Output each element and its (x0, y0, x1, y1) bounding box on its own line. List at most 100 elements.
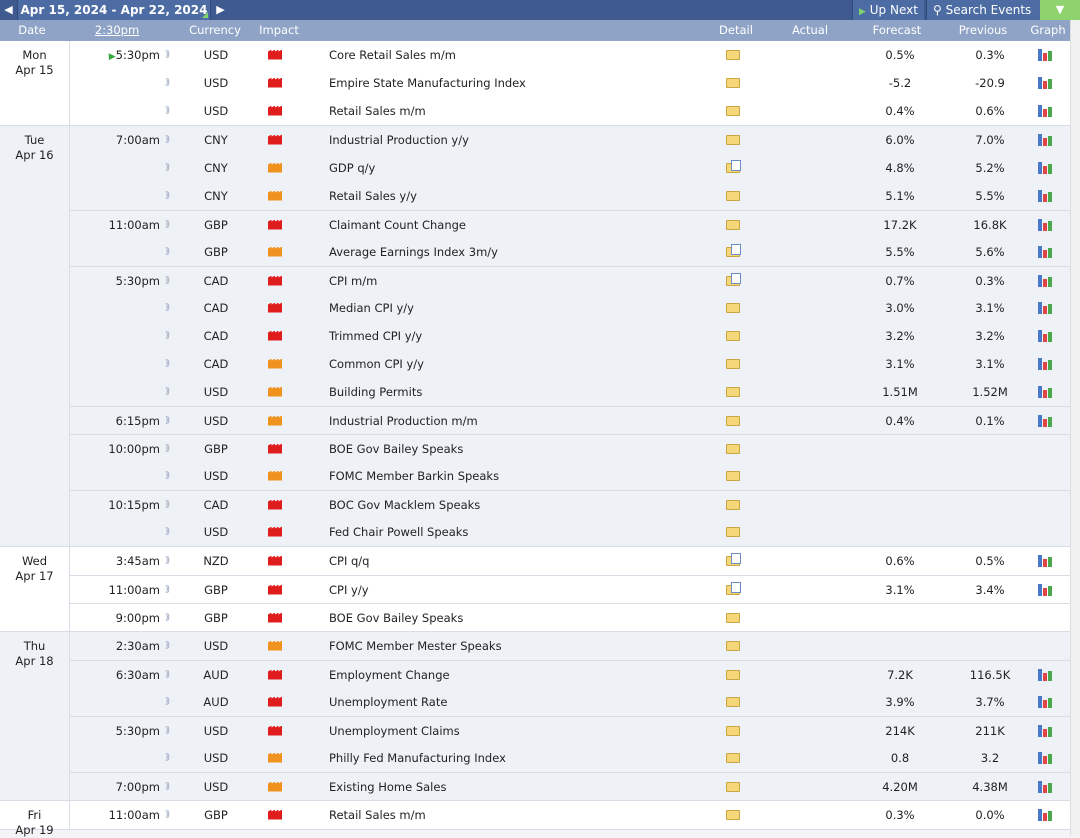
event-row[interactable]: )) AUD Unemployment Rate 3.9% 3.7% (70, 688, 1070, 716)
alert-icon[interactable]: )) (165, 182, 175, 210)
alert-icon[interactable]: )) (165, 407, 175, 435)
event-row[interactable]: )) USD Philly Fed Manufacturing Index 0.8 3.… (70, 744, 1070, 772)
event-title[interactable]: BOC Gov Macklem Speaks (329, 491, 709, 519)
prev-week-arrow-icon[interactable]: ◀ (0, 0, 17, 20)
date-range-selector[interactable]: Apr 15, 2024 - Apr 22, 2024 (17, 0, 211, 20)
event-row[interactable]: 2:30am)) USD FOMC Member Mester Speaks (70, 632, 1070, 660)
detail-folder-icon[interactable] (726, 126, 744, 154)
detail-folder-icon[interactable] (726, 238, 744, 266)
graph-icon[interactable] (1038, 154, 1056, 182)
scrollbar[interactable] (1070, 20, 1080, 836)
alert-icon[interactable]: )) (165, 518, 175, 546)
alert-icon[interactable]: )) (165, 773, 175, 801)
event-row[interactable]: 11:00am)) GBP Claimant Count Change 17.2K 16… (70, 210, 1070, 238)
alert-icon[interactable]: )) (165, 267, 175, 295)
graph-icon[interactable] (1038, 294, 1056, 322)
event-row[interactable]: )) USD Fed Chair Powell Speaks (70, 518, 1070, 546)
detail-folder-icon[interactable] (726, 182, 744, 210)
up-next-button[interactable]: ▶ Up Next (852, 0, 924, 20)
detail-folder-icon[interactable] (726, 462, 744, 490)
event-title[interactable]: Industrial Production y/y (329, 126, 709, 154)
alert-icon[interactable]: )) (165, 462, 175, 490)
event-row[interactable]: 5:30pm)) USD Unemployment Claims 214K 211K (70, 716, 1070, 744)
event-row[interactable]: 9:00pm)) GBP BOE Gov Bailey Speaks (70, 603, 1070, 631)
event-row[interactable]: 7:00am)) CNY Industrial Production y/y 6.0%… (70, 126, 1070, 154)
event-row[interactable]: 11:00am)) GBP CPI y/y 3.1% 3.4% (70, 575, 1070, 603)
event-row[interactable]: 11:00am)) GBP Retail Sales m/m 0.3% 0.0% (70, 801, 1070, 829)
event-title[interactable]: Retail Sales m/m (329, 801, 709, 829)
graph-icon[interactable] (1038, 661, 1056, 689)
event-row[interactable]: 10:00pm)) GBP BOE Gov Bailey Speaks (70, 434, 1070, 462)
alert-icon[interactable]: )) (165, 604, 175, 632)
alert-icon[interactable]: )) (165, 97, 175, 125)
event-title[interactable]: Unemployment Rate (329, 688, 709, 716)
col-time[interactable]: 2:30pm (82, 20, 152, 41)
event-title[interactable]: CPI q/q (329, 547, 709, 575)
event-title[interactable]: Retail Sales m/m (329, 97, 709, 125)
detail-folder-icon[interactable] (726, 97, 744, 125)
detail-folder-icon[interactable] (726, 211, 744, 239)
alert-icon[interactable]: )) (165, 294, 175, 322)
alert-icon[interactable]: )) (165, 126, 175, 154)
event-row[interactable]: )) USD Empire State Manufacturing Index -5.… (70, 69, 1070, 97)
detail-folder-icon[interactable] (726, 688, 744, 716)
event-title[interactable]: FOMC Member Barkin Speaks (329, 462, 709, 490)
alert-icon[interactable]: )) (165, 211, 175, 239)
detail-folder-icon[interactable] (726, 717, 744, 745)
event-row[interactable]: )) USD Retail Sales m/m 0.4% 0.6% (70, 97, 1070, 125)
event-title[interactable]: Claimant Count Change (329, 211, 709, 239)
detail-folder-icon[interactable] (726, 378, 744, 406)
event-title[interactable]: Core Retail Sales m/m (329, 41, 709, 69)
graph-icon[interactable] (1038, 407, 1056, 435)
alert-icon[interactable]: )) (165, 69, 175, 97)
alert-icon[interactable]: )) (165, 491, 175, 519)
alert-icon[interactable]: )) (165, 688, 175, 716)
event-row[interactable]: )) CAD Common CPI y/y 3.1% 3.1% (70, 350, 1070, 378)
graph-icon[interactable] (1038, 182, 1056, 210)
event-row[interactable]: 6:30am)) AUD Employment Change 7.2K 116.5K (70, 660, 1070, 688)
detail-folder-icon[interactable] (726, 576, 744, 604)
event-title[interactable]: Employment Change (329, 661, 709, 689)
event-title[interactable]: Fed Chair Powell Speaks (329, 518, 709, 546)
event-title[interactable]: Trimmed CPI y/y (329, 322, 709, 350)
event-title[interactable]: Common CPI y/y (329, 350, 709, 378)
detail-folder-icon[interactable] (726, 491, 744, 519)
alert-icon[interactable]: )) (165, 547, 175, 575)
event-row[interactable]: )) CNY Retail Sales y/y 5.1% 5.5% (70, 182, 1070, 210)
detail-folder-icon[interactable] (726, 518, 744, 546)
event-title[interactable]: Median CPI y/y (329, 294, 709, 322)
graph-icon[interactable] (1038, 717, 1056, 745)
detail-folder-icon[interactable] (726, 744, 744, 772)
alert-icon[interactable]: )) (165, 661, 175, 689)
next-week-arrow-icon[interactable]: ▶ (212, 0, 229, 20)
graph-icon[interactable] (1038, 378, 1056, 406)
alert-icon[interactable]: )) (165, 744, 175, 772)
detail-folder-icon[interactable] (726, 154, 744, 182)
detail-folder-icon[interactable] (726, 604, 744, 632)
graph-icon[interactable] (1038, 688, 1056, 716)
event-row[interactable]: )) CNY GDP q/y 4.8% 5.2% (70, 154, 1070, 182)
graph-icon[interactable] (1038, 126, 1056, 154)
alert-icon[interactable]: )) (165, 576, 175, 604)
event-row[interactable]: ▶5:30pm)) USD Core Retail Sales m/m 0.5% 0.3… (70, 41, 1070, 69)
graph-icon[interactable] (1038, 350, 1056, 378)
event-title[interactable]: BOE Gov Bailey Speaks (329, 435, 709, 463)
detail-folder-icon[interactable] (726, 547, 744, 575)
detail-folder-icon[interactable] (726, 41, 744, 69)
alert-icon[interactable]: )) (165, 717, 175, 745)
event-title[interactable]: Retail Sales y/y (329, 182, 709, 210)
alert-icon[interactable]: )) (165, 41, 175, 69)
graph-icon[interactable] (1038, 97, 1056, 125)
event-title[interactable]: CPI y/y (329, 576, 709, 604)
event-title[interactable]: FOMC Member Mester Speaks (329, 632, 709, 660)
graph-icon[interactable] (1038, 547, 1056, 575)
graph-icon[interactable] (1038, 41, 1056, 69)
detail-folder-icon[interactable] (726, 407, 744, 435)
alert-icon[interactable]: )) (165, 238, 175, 266)
detail-folder-icon[interactable] (726, 632, 744, 660)
graph-icon[interactable] (1038, 267, 1056, 295)
alert-icon[interactable]: )) (165, 322, 175, 350)
alert-icon[interactable]: )) (165, 632, 175, 660)
alert-icon[interactable]: )) (165, 801, 175, 829)
detail-folder-icon[interactable] (726, 435, 744, 463)
